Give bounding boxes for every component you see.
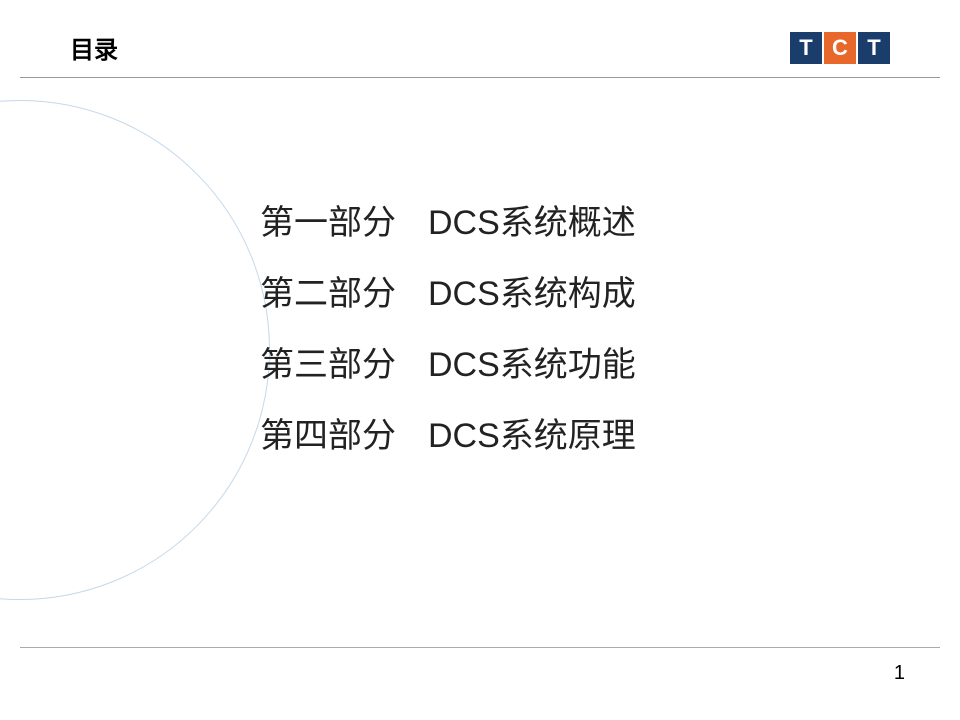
toc-item: 第四部分 DCS系统原理	[260, 408, 636, 457]
toc-item: 第三部分 DCS系统功能	[260, 337, 636, 386]
logo-letter-c: C	[824, 32, 856, 64]
page-number: 1	[894, 662, 905, 685]
slide-container: 目录 T C T 第一部分 DCS系统概述 第二部分 DCS系统构成 第三部分 …	[0, 0, 960, 720]
logo-letter-t1: T	[790, 32, 822, 64]
toc-desc: DCS系统功能	[428, 337, 636, 386]
toc-desc: DCS系统构成	[428, 266, 636, 315]
logo: T C T	[790, 32, 890, 64]
toc-part-label: 第二部分	[260, 266, 410, 315]
footer-divider	[20, 647, 940, 648]
toc-part-label: 第四部分	[260, 408, 410, 457]
header: 目录 T C T	[20, 0, 940, 78]
logo-letter-t2: T	[858, 32, 890, 64]
toc-desc: DCS系统概述	[428, 195, 636, 244]
decorative-circle	[0, 100, 270, 600]
toc-item: 第一部分 DCS系统概述	[260, 195, 636, 244]
toc-desc: DCS系统原理	[428, 408, 636, 457]
toc-part-label: 第三部分	[260, 337, 410, 386]
toc-item: 第二部分 DCS系统构成	[260, 266, 636, 315]
toc-part-label: 第一部分	[260, 195, 410, 244]
page-title: 目录	[70, 30, 118, 65]
toc-list: 第一部分 DCS系统概述 第二部分 DCS系统构成 第三部分 DCS系统功能 第…	[260, 195, 636, 479]
